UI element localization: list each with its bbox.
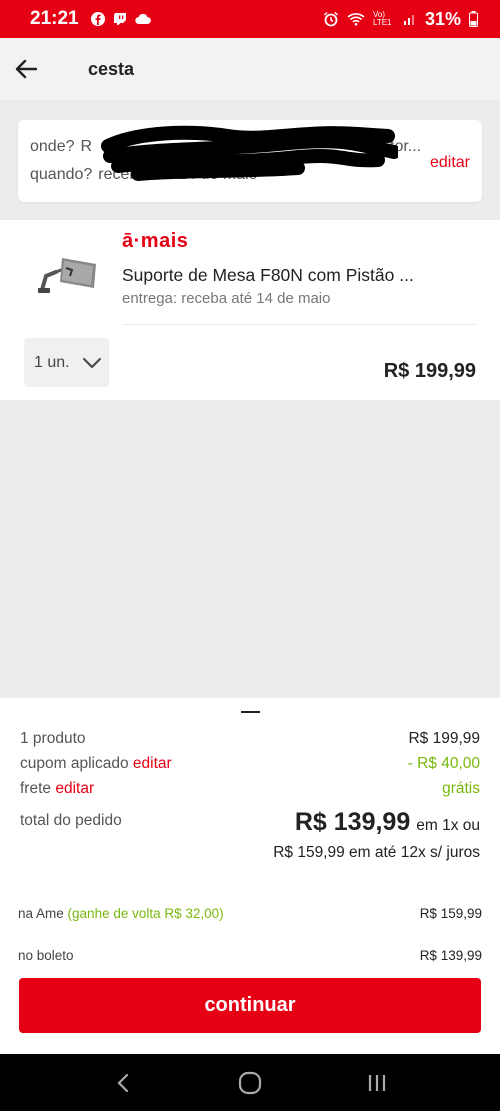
where-label: onde? <box>30 138 75 155</box>
page-title: cesta <box>88 58 135 79</box>
nav-home-button[interactable] <box>230 1063 270 1103</box>
product-delivery-estimate: entrega: receba até 14 de maio <box>122 290 331 307</box>
twitch-icon <box>113 13 126 25</box>
status-right: Vo) LTE1 31% <box>323 9 478 30</box>
ame-value: R$ 159,99 <box>419 906 482 921</box>
status-left-icons <box>90 12 151 26</box>
items-label: 1 produto <box>20 730 86 747</box>
edit-coupon-link[interactable]: editar <box>133 755 172 772</box>
summary-items-row: 1 produto R$ 199,99 <box>20 730 480 748</box>
product-price: R$ 199,99 <box>383 360 476 382</box>
system-nav-bar <box>0 1054 500 1111</box>
shipping-label: frete <box>20 780 52 797</box>
sheet-drag-handle[interactable] <box>241 711 260 713</box>
installments-text: R$ 159,99 em até 12x s/ juros <box>273 844 480 861</box>
payment-option-ame[interactable]: na Ame (ganhe de volta R$ 32,00) R$ 159,… <box>18 906 482 921</box>
recents-icon <box>368 1074 385 1091</box>
nav-back-button[interactable] <box>103 1063 143 1103</box>
when-label: quando? <box>30 166 93 183</box>
product-image[interactable] <box>36 250 98 296</box>
edit-address-link[interactable]: editar <box>430 154 470 172</box>
edit-shipping-link[interactable]: editar <box>55 780 94 797</box>
nav-recents-button[interactable] <box>357 1063 397 1103</box>
wifi-icon <box>347 13 365 26</box>
payment-option-boleto[interactable]: no boleto R$ 139,99 <box>18 948 482 963</box>
coupon-discount-value: - R$ 40,00 <box>407 755 480 772</box>
chevron-left-icon <box>117 1073 129 1092</box>
ame-label: na Ame <box>18 906 64 921</box>
summary-coupon-row: cupom aplicado editar - R$ 40,00 <box>20 755 480 773</box>
summary-total-label-row: total do pedido <box>20 812 122 830</box>
facebook-icon <box>90 12 105 26</box>
status-time: 21:21 <box>30 8 79 29</box>
status-bar: 21:21 Vo) LTE1 31% <box>0 0 500 38</box>
quantity-select[interactable]: 1 un. <box>24 338 109 387</box>
summary-shipping-row: frete editar grátis <box>20 780 480 798</box>
divider <box>122 324 476 325</box>
home-circle-icon <box>238 1071 262 1094</box>
continue-button[interactable]: continuar <box>19 978 481 1033</box>
ame-cashback: (ganhe de volta R$ 32,00) <box>67 906 224 921</box>
seller-logo: ā·mais <box>122 230 189 252</box>
redaction-scribble <box>101 125 398 181</box>
total-value: R$ 139,99 <box>294 808 411 836</box>
quantity-value: 1 un. <box>34 353 70 371</box>
chevron-down-icon <box>82 357 101 368</box>
app-header: cesta <box>0 38 500 100</box>
arrow-left-icon <box>15 59 37 79</box>
coupon-label: cupom aplicado <box>20 755 129 772</box>
total-value-group: R$ 139,99 em 1x ou <box>295 808 480 837</box>
total-suffix: em 1x ou <box>416 817 480 834</box>
total-label: total do pedido <box>20 812 122 829</box>
items-value: R$ 199,99 <box>408 730 480 747</box>
where-value: R <box>80 138 93 155</box>
alarm-icon <box>323 11 338 27</box>
battery-percent: 31% <box>424 8 461 29</box>
battery-icon <box>469 11 478 27</box>
product-card: ā·mais Suporte de Mesa F80N com Pistão .… <box>0 220 500 400</box>
cloud-icon <box>134 13 151 25</box>
product-name[interactable]: Suporte de Mesa F80N com Pistão ... <box>122 265 414 286</box>
lte-signal-icon <box>403 15 414 25</box>
boleto-label: no boleto <box>18 948 74 963</box>
back-button[interactable] <box>0 38 52 100</box>
delivery-address-card[interactable]: onde? R tor... quando? receba até 14 de … <box>18 120 482 202</box>
order-summary-sheet: 1 produto R$ 199,99 cupom aplicado edita… <box>0 698 500 1054</box>
boleto-value: R$ 139,99 <box>419 948 482 963</box>
shipping-value: grátis <box>442 780 480 797</box>
volte-label: Vo) LTE1 <box>372 10 392 27</box>
